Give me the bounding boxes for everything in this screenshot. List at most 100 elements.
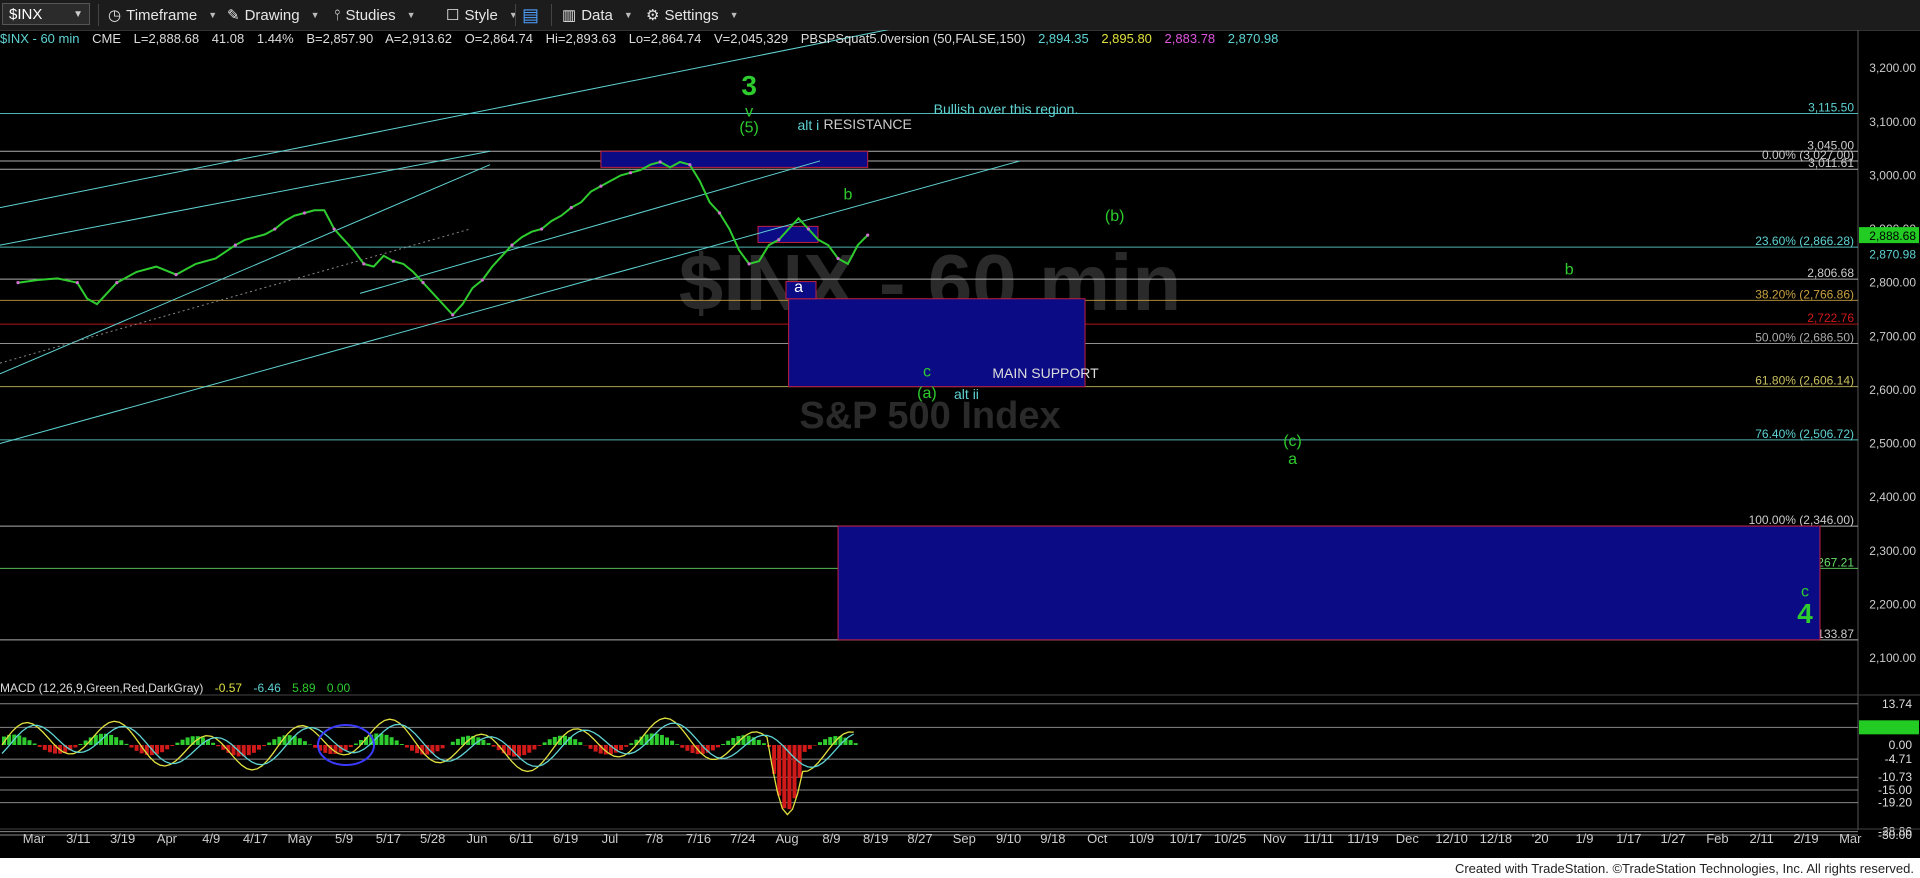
channel-line [0,150,491,246]
price-marker [866,233,870,237]
time-tick-label: 7/16 [686,831,711,846]
price-marker [174,273,178,277]
time-tick-label: Sep [953,831,976,846]
time-tick-label: 11/11 [1303,831,1334,846]
wave-label: alt ii [954,386,979,402]
pencil-icon: ✎ [227,7,240,24]
time-tick-label: 12/10 [1435,831,1468,846]
macd-histogram-bar [129,745,134,748]
macd-histogram-bar [440,745,445,749]
time-tick-label: 2/11 [1750,831,1774,846]
macd-histogram-bar [807,745,812,750]
data-button[interactable]: ▥ Data ▼ [562,0,633,30]
chevron-down-icon: ▼ [729,10,739,20]
price-tick-label: 3,200.00 [1869,61,1916,75]
time-tick-label: 6/19 [553,831,578,846]
macd-histogram-bar [527,745,532,753]
macd-signal: -6.46 [253,681,281,695]
drawing-button[interactable]: ✎ Drawing ▼ [227,0,320,30]
toolbar-divider [98,4,99,26]
macd-tick-label: -30.00 [1878,828,1912,842]
macd-histogram-bar [670,740,675,745]
price-marker [75,281,79,285]
price-marker [569,205,573,210]
macd-histogram-bar [165,745,170,750]
wave-label: MAIN SUPPORT [992,365,1099,381]
macd-histogram-bar [410,745,414,751]
macd-histogram-bar [685,745,690,751]
macd-histogram-bar [491,745,496,747]
study-value-2: 2,895.80 [1101,31,1152,46]
macd-histogram-bar [399,743,404,745]
macd-histogram-bar [272,739,277,745]
price-marker [599,184,603,188]
timeframe-button[interactable]: ◷ Timeframe ▼ [108,0,217,30]
gear-icon: ⚙ [646,7,660,24]
time-tick-label: '20 [1532,831,1549,846]
time-tick-label: 7/8 [645,831,663,846]
macd-histogram-bar [573,739,578,745]
macd-tick-label: -19.20 [1878,796,1912,810]
macd-histogram-bar [823,739,828,745]
layout-button[interactable]: ▤ [522,0,539,30]
time-tick-label: 9/18 [1040,831,1065,846]
macd-histogram-bar [532,745,537,750]
price-tick-label: 2,600.00 [1869,383,1916,397]
macd-histogram-bar [394,740,399,745]
time-tick-label: 8/9 [822,831,840,846]
macd-histogram-bar [792,745,797,799]
time-tick-label: Oct [1087,831,1108,846]
price-marker [233,243,237,247]
macd-histogram-bar [756,739,761,745]
chevron-down-icon: ▼ [310,10,320,20]
macd-histogram-bar [665,737,669,745]
macd-info-line: MACD (12,26,9,Green,Red,DarkGray) -0.57 … [0,681,358,697]
time-tick-label: 3/19 [110,831,135,846]
macd-histogram-bar [435,745,440,752]
study-label: PBSPSquat5.0version (50,FALSE,150) [800,31,1026,46]
price-marker [421,281,425,285]
study-value-3: 2,883.78 [1164,31,1216,46]
time-tick-label: 1/27 [1660,831,1685,846]
wave-label: b [843,187,852,204]
price-marker [658,160,662,164]
level-label: 2,806.68 [1807,266,1854,280]
macd-label: MACD (12,26,9,Green,Red,DarkGray) [0,681,204,695]
style-button[interactable]: ☐ Style ▼ [446,0,518,30]
macd-histogram-bar [726,740,731,745]
macd-histogram-bar [486,743,491,745]
price-tick-label: 2,700.00 [1869,329,1916,343]
price-marker [332,227,336,231]
macd-histogram-bar [777,745,782,796]
macd-histogram-bar [73,745,78,748]
wave-label: (c) [1283,433,1302,450]
wave-label: (a) [917,385,937,402]
zone-box [837,525,1821,641]
symbol-input[interactable]: $INX ▼ [2,3,90,25]
price-tick-label: 2,200.00 [1869,597,1916,611]
macd-histogram-bar [624,745,629,747]
macd-histogram-bar [323,745,328,753]
price-tick-label: 2,800.00 [1869,276,1916,290]
macd-histogram-bar [119,740,124,745]
wave-label: c [923,363,931,380]
layout-icon: ▤ [522,4,540,25]
macd-histogram-bar [313,745,318,748]
last-price: L=2,888.68 [133,31,200,46]
settings-button[interactable]: ⚙ Settings ▼ [646,0,739,30]
clock-icon: ◷ [108,7,122,24]
macd-histogram-bar [308,744,312,745]
pct-change: 1.44% [256,31,294,46]
time-tick-label: 4/9 [202,831,220,846]
macd-histogram-bar [175,742,180,745]
time-tick-label: 8/27 [907,831,932,846]
price-marker [747,262,751,266]
macd-current-tag [1859,720,1919,735]
wave-label: v [745,103,753,120]
level-label: 3,011.61 [1808,156,1854,170]
copyright-footer: Created with TradeStation. ©TradeStation… [1454,861,1914,876]
level-label: 50.00% (2,686.50) [1755,331,1854,345]
price-chart[interactable]: $INX - 60 minS&P 500 Index2,100.002,200.… [0,30,1920,858]
studies-button[interactable]: ⫯ Studies ▼ [334,0,416,30]
net-change: 41.08 [211,31,245,46]
